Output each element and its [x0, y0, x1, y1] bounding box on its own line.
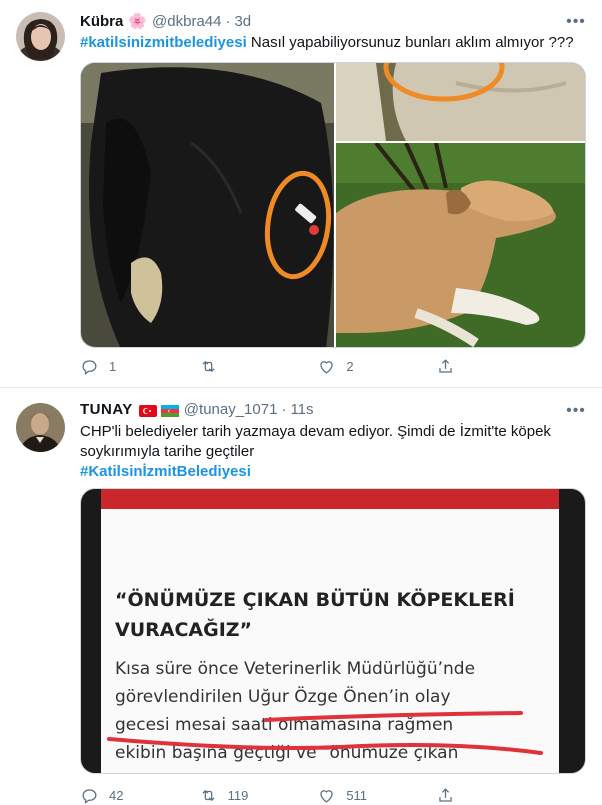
- hashtag-link[interactable]: #KatilsinİzmitBelediyesi: [80, 462, 586, 482]
- like-button[interactable]: 511: [317, 786, 387, 805]
- hashtag-link[interactable]: #katilsinizmitbelediyesi: [80, 34, 247, 51]
- tweet-header: Kübra 🌸 @dkbra44 · 3d: [80, 12, 251, 31]
- turkey-flag-icon: [138, 404, 157, 417]
- retweet-button[interactable]: 119: [199, 786, 269, 805]
- tweet-actions: 42 119 511: [80, 786, 506, 805]
- display-name[interactable]: TUNAY: [80, 401, 133, 418]
- like-button[interactable]: 2: [317, 357, 387, 376]
- reply-icon: [82, 360, 97, 375]
- avatar[interactable]: [16, 403, 65, 452]
- like-count: 2: [346, 359, 354, 374]
- tweet-text: #katilsinizmitbelediyesi Nasıl yapabiliy…: [80, 33, 586, 53]
- reply-count: 42: [109, 788, 124, 803]
- avatar[interactable]: [16, 12, 65, 61]
- share-button[interactable]: [436, 357, 506, 376]
- retweet-icon: [202, 360, 215, 373]
- retweet-count: 119: [227, 788, 249, 803]
- retweet-icon: [202, 789, 215, 802]
- share-icon: [439, 359, 452, 373]
- like-icon: [320, 361, 333, 374]
- tweet-actions: 1 2: [80, 357, 506, 376]
- tweet-kubra[interactable]: Kübra 🌸 @dkbra44 · 3d ••• #katilsinizmit…: [0, 0, 602, 388]
- red-underline-marks: [107, 711, 543, 755]
- news-screenshot-image[interactable]: “ÖNÜMÜZE ÇIKAN BÜTÜN KÖPEKLERİ VURACAĞIZ…: [80, 488, 586, 774]
- reply-icon: [82, 789, 97, 804]
- retweet-button[interactable]: [199, 357, 269, 376]
- tweet-body: Nasıl yapabiliyorsunuz bunları aklım alm…: [250, 34, 574, 51]
- more-icon[interactable]: •••: [566, 12, 586, 32]
- share-button[interactable]: [436, 786, 506, 805]
- timestamp[interactable]: 3d: [234, 13, 251, 30]
- photo-black-dog[interactable]: [81, 63, 334, 348]
- more-icon[interactable]: •••: [566, 401, 586, 421]
- tweet-body-line-1: CHP'li belediyeler tarih yazmaya devam e…: [80, 423, 551, 440]
- timestamp[interactable]: 11s: [290, 401, 313, 418]
- reply-button[interactable]: 1: [80, 357, 150, 376]
- azerbaijan-flag-icon: [160, 404, 179, 417]
- flower-emoji-icon: 🌸: [128, 13, 148, 30]
- separator: ·: [225, 12, 231, 30]
- share-icon: [439, 788, 452, 802]
- photo-light-dog-top[interactable]: [336, 63, 586, 141]
- like-icon: [320, 790, 333, 803]
- reply-button[interactable]: 42: [80, 786, 150, 805]
- handle[interactable]: @dkbra44: [152, 13, 221, 30]
- tweet-text: CHP'li belediyeler tarih yazmaya devam e…: [80, 422, 586, 482]
- like-count: 511: [346, 788, 368, 803]
- photo-grid[interactable]: [80, 62, 586, 348]
- reply-count: 1: [109, 359, 117, 374]
- tweet-body-line-2: soykırımıyla tarihe geçtiler: [80, 443, 255, 460]
- tweet-header: TUNAY @tunay_1071 · 11s: [80, 401, 314, 418]
- tweet-tunay[interactable]: TUNAY @tunay_1071 · 11s ••• CHP'li beled…: [0, 389, 602, 804]
- image-page: “ÖNÜMÜZE ÇIKAN BÜTÜN KÖPEKLERİ VURACAĞIZ…: [101, 489, 559, 773]
- handle[interactable]: @tunay_1071: [184, 401, 278, 418]
- display-name[interactable]: Kübra: [80, 13, 123, 30]
- photo-tan-dog-grass[interactable]: [336, 143, 586, 348]
- separator: ·: [281, 401, 287, 418]
